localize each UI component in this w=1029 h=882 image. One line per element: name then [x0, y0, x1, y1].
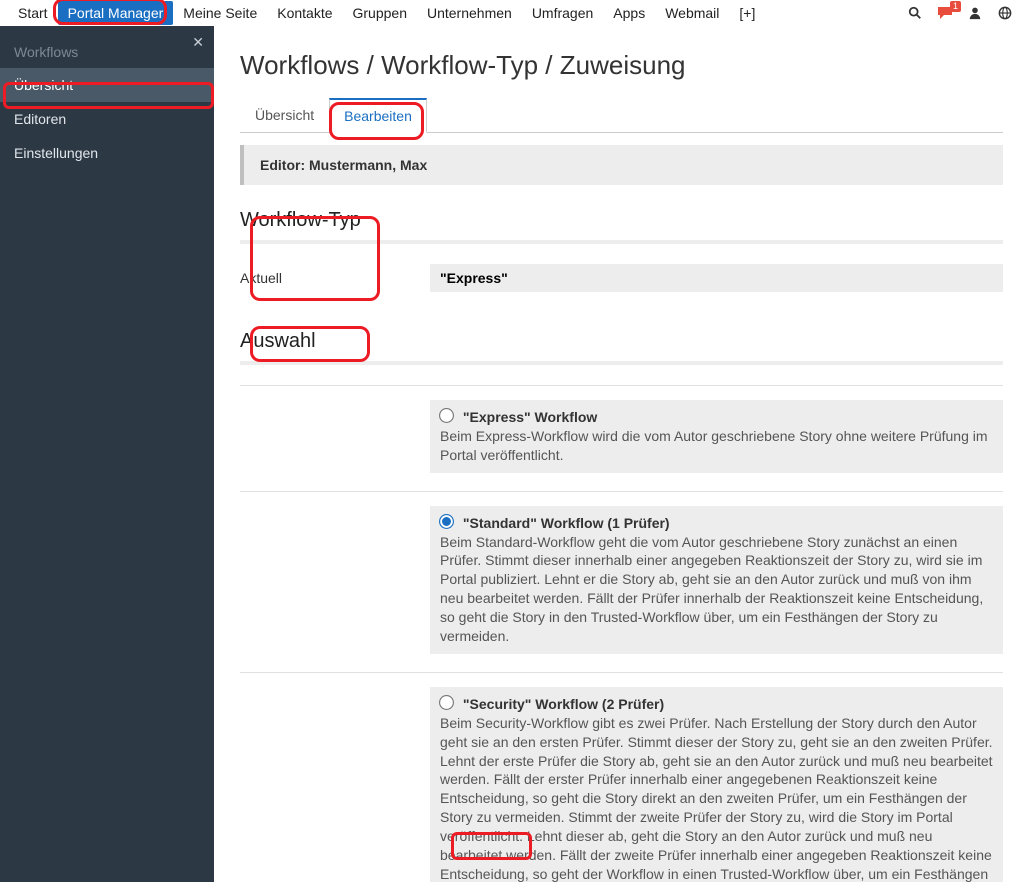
nav-apps[interactable]: Apps — [603, 1, 655, 25]
nav-plus[interactable]: [+] — [729, 1, 765, 25]
content-wrap: ✕ Workflows Übersicht Editoren Einstellu… — [0, 26, 1029, 882]
nav-portal-manager[interactable]: Portal Manager — [58, 1, 174, 25]
current-label: Aktuell — [240, 264, 430, 292]
option-standard: "Standard" Workflow (1 Prüfer) Beim Stan… — [240, 491, 1003, 672]
sidebar: ✕ Workflows Übersicht Editoren Einstellu… — [0, 26, 214, 882]
chat-badge: 1 — [950, 1, 961, 12]
current-value: "Express" — [430, 264, 1003, 292]
nav-webmail[interactable]: Webmail — [655, 1, 729, 25]
section-auswahl: Auswahl — [240, 330, 1003, 361]
top-nav: Start Portal Manager Meine Seite Kontakt… — [0, 0, 1029, 26]
radio-express[interactable]: "Express" Workflow — [440, 409, 597, 425]
tab-uebersicht[interactable]: Übersicht — [240, 98, 329, 133]
option-security: "Security" Workflow (2 Prüfer) Beim Secu… — [240, 672, 1003, 882]
chat-icon[interactable]: 1 — [937, 5, 953, 21]
sidebar-close-icon[interactable]: ✕ — [192, 34, 204, 51]
option-desc: Beim Security-Workflow gibt es zwei Prüf… — [440, 715, 993, 882]
option-title: "Security" Workflow (2 Prüfer) — [463, 696, 664, 712]
option-desc: Beim Express-Workflow wird die vom Autor… — [440, 428, 988, 463]
sidebar-item-einstellungen[interactable]: Einstellungen — [0, 136, 214, 170]
option-desc: Beim Standard-Workflow geht die vom Auto… — [440, 534, 983, 644]
nav-gruppen[interactable]: Gruppen — [343, 1, 417, 25]
option-title: "Express" Workflow — [463, 409, 597, 425]
nav-umfragen[interactable]: Umfragen — [522, 1, 603, 25]
nav-kontakte[interactable]: Kontakte — [267, 1, 342, 25]
nav-unternehmen[interactable]: Unternehmen — [417, 1, 522, 25]
nav-meine-seite[interactable]: Meine Seite — [173, 1, 267, 25]
tabs: Übersicht Bearbeiten — [240, 97, 1003, 133]
row-current: Aktuell "Express" — [240, 264, 1003, 292]
tab-bearbeiten[interactable]: Bearbeiten — [329, 98, 427, 133]
section-workflow-typ: Workflow-Typ — [240, 209, 1003, 240]
search-icon[interactable] — [907, 5, 923, 21]
radio-standard[interactable]: "Standard" Workflow (1 Prüfer) — [440, 515, 670, 531]
editor-banner: Editor: Mustermann, Max — [240, 145, 1003, 185]
option-title: "Standard" Workflow (1 Prüfer) — [463, 515, 670, 531]
user-icon[interactable] — [967, 5, 983, 21]
option-express: "Express" Workflow Beim Express-Workflow… — [240, 385, 1003, 491]
radio-security[interactable]: "Security" Workflow (2 Prüfer) — [440, 696, 664, 712]
globe-icon[interactable] — [997, 5, 1013, 21]
nav-start[interactable]: Start — [8, 1, 58, 25]
sidebar-item-editoren[interactable]: Editoren — [0, 102, 214, 136]
nav-left: Start Portal Manager Meine Seite Kontakt… — [8, 1, 765, 25]
sidebar-section-title: Workflows — [0, 26, 214, 68]
page-title: Workflows / Workflow-Typ / Zuweisung — [240, 50, 1003, 81]
main-content: Workflows / Workflow-Typ / Zuweisung Übe… — [214, 26, 1029, 882]
sidebar-item-uebersicht[interactable]: Übersicht — [0, 68, 214, 102]
nav-right: 1 — [907, 5, 1021, 21]
